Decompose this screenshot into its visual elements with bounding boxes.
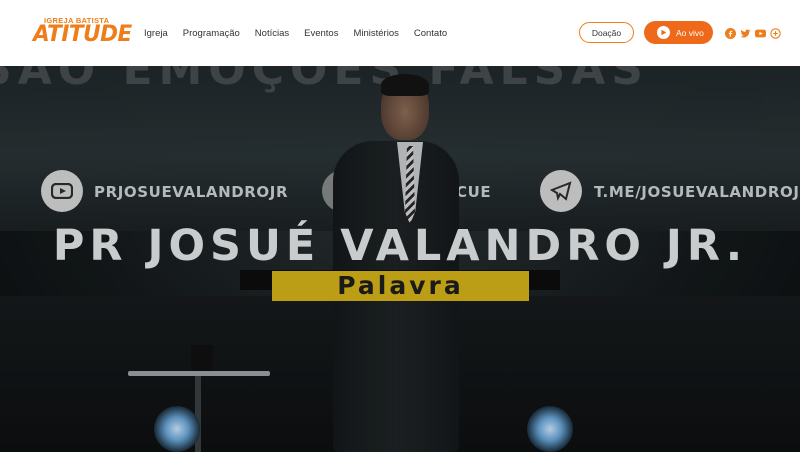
main-nav: Igreja Programação Notícias Eventos Mini… bbox=[144, 0, 462, 66]
plus-icon[interactable] bbox=[770, 26, 781, 39]
donate-button[interactable]: Doação bbox=[579, 22, 634, 43]
nav-item-programacao[interactable]: Programação bbox=[183, 28, 240, 39]
nav-item-noticias[interactable]: Notícias bbox=[255, 28, 289, 39]
site-header: IGREJA BATISTA ATITUDE Igreja Programaçã… bbox=[0, 0, 800, 66]
logo-title: ATITUDE bbox=[33, 22, 132, 47]
live-button-label: Ao vivo bbox=[676, 27, 704, 38]
live-button[interactable]: Ao vivo bbox=[644, 21, 713, 44]
nav-item-contato[interactable]: Contato bbox=[414, 28, 447, 39]
play-icon bbox=[657, 26, 670, 39]
twitter-icon[interactable] bbox=[740, 26, 751, 38]
youtube-icon[interactable] bbox=[755, 26, 766, 38]
facebook-icon[interactable] bbox=[725, 26, 736, 39]
church-logo[interactable]: IGREJA BATISTA ATITUDE bbox=[32, 16, 132, 48]
nav-item-eventos[interactable]: Eventos bbox=[304, 28, 338, 39]
social-links bbox=[725, 26, 785, 39]
nav-item-igreja[interactable]: Igreja bbox=[144, 28, 168, 39]
nav-item-ministerios[interactable]: Ministérios bbox=[353, 28, 398, 39]
subtitle-badge: Palavra bbox=[272, 271, 529, 301]
hero-banner: SÃO EMOÇÕES FALSAS PRJOSUEVALANDROJR CUE… bbox=[0, 66, 800, 452]
speaker-name-title: PR JOSUÉ VALANDRO JR. bbox=[52, 221, 748, 271]
